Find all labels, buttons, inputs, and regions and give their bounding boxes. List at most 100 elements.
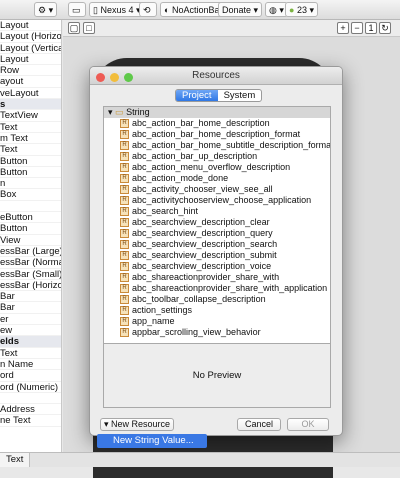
- palette-item[interactable]: m Text: [0, 133, 61, 145]
- device-label: Nexus 4: [100, 5, 134, 15]
- palette-item[interactable]: Layout (Vertical): [0, 43, 61, 54]
- resource-item-label: abc_action_mode_done: [132, 172, 229, 183]
- palette-item[interactable]: ayout: [0, 76, 61, 88]
- resources-dialog: Resources Project System ▾ ▭ String Rabc…: [89, 66, 343, 436]
- zoom-fit-icon[interactable]: ▢: [68, 22, 80, 34]
- string-resource-icon: R: [120, 151, 129, 161]
- resource-item[interactable]: Rabc_action_bar_up_description: [104, 151, 330, 162]
- palette-item[interactable]: TextView: [0, 110, 61, 122]
- refresh-icon[interactable]: ↻: [379, 22, 391, 34]
- activity-dropdown[interactable]: Donate ▾: [218, 2, 263, 17]
- new-string-value-menu-item[interactable]: New String Value...: [97, 434, 207, 448]
- resource-item-label: app_name: [132, 315, 175, 326]
- palette-item[interactable]: veLayout: [0, 88, 61, 100]
- palette-item[interactable]: Text: [0, 348, 61, 359]
- palette-item[interactable]: Layout: [0, 20, 61, 32]
- palette-item[interactable]: Button: [0, 167, 61, 179]
- resource-item[interactable]: Rabc_action_menu_overflow_description: [104, 162, 330, 173]
- palette-item[interactable]: View: [0, 235, 61, 246]
- layout-variant-button[interactable]: ▭: [68, 2, 86, 17]
- palette-item[interactable]: Text: [0, 122, 61, 133]
- tab-text[interactable]: Text: [0, 453, 31, 467]
- disclosure-triangle-icon[interactable]: ▾: [108, 107, 113, 117]
- resource-item[interactable]: Rabc_shareactionprovider_share_with_appl…: [104, 283, 330, 294]
- palette-item[interactable]: Layout (Horizontal): [0, 31, 61, 43]
- palette-item[interactable]: n Name: [0, 359, 61, 371]
- resource-item[interactable]: Rabc_searchview_description_submit: [104, 250, 330, 261]
- resource-item[interactable]: Rabc_searchview_description_clear: [104, 217, 330, 228]
- string-resource-icon: R: [120, 184, 129, 194]
- minimize-window-icon[interactable]: [109, 73, 119, 82]
- resource-item[interactable]: Rappbar_scrolling_view_behavior: [104, 327, 330, 338]
- resource-item[interactable]: Rabc_activity_chooser_view_see_all: [104, 184, 330, 195]
- resource-tree: ▾ ▭ String Rabc_action_bar_home_descript…: [103, 106, 331, 408]
- settings-dropdown[interactable]: ⚙ ▾: [34, 2, 58, 17]
- palette-item[interactable]: eButton: [0, 212, 61, 224]
- palette-item[interactable]: ne Text: [0, 415, 61, 427]
- string-resource-icon: R: [120, 217, 129, 227]
- api-dropdown[interactable]: ● 23 ▾: [285, 2, 318, 17]
- resource-item[interactable]: Rapp_name: [104, 316, 330, 327]
- zoom-out-icon[interactable]: −: [351, 22, 363, 34]
- tab-project[interactable]: Project: [176, 90, 218, 101]
- palette-item[interactable]: [0, 201, 61, 213]
- string-resource-icon: R: [120, 316, 129, 326]
- cancel-button[interactable]: Cancel: [237, 418, 281, 431]
- palette-item[interactable]: Bar: [0, 302, 61, 314]
- resource-item[interactable]: Raction_settings: [104, 305, 330, 316]
- resource-item[interactable]: Rabc_shareactionprovider_share_with: [104, 272, 330, 283]
- tab-system[interactable]: System: [218, 90, 262, 101]
- palette-item[interactable]: ord: [0, 370, 61, 382]
- dialog-title: Resources: [192, 70, 240, 81]
- zoom-in-icon[interactable]: +: [337, 22, 349, 34]
- palette-item[interactable]: essBar (Horizontal): [0, 280, 61, 292]
- palette-item[interactable]: Box: [0, 189, 61, 201]
- resource-item-label: abc_searchview_description_query: [132, 227, 273, 238]
- palette-item[interactable]: Layout: [0, 54, 61, 66]
- palette-item[interactable]: [0, 393, 61, 405]
- orientation-button[interactable]: ⟲: [139, 2, 157, 17]
- device-dropdown[interactable]: ▯ Nexus 4 ▾: [89, 2, 145, 17]
- resource-item[interactable]: Rabc_searchview_description_query: [104, 228, 330, 239]
- palette-item[interactable]: n: [0, 178, 61, 190]
- chevron-down-icon: ▾: [103, 419, 109, 429]
- palette-item[interactable]: Address: [0, 404, 61, 416]
- palette-item[interactable]: essBar (Normal): [0, 257, 61, 269]
- string-resource-icon: R: [120, 239, 129, 249]
- resource-item[interactable]: Rabc_activitychooserview_choose_applicat…: [104, 195, 330, 206]
- palette-item[interactable]: Bar: [0, 291, 61, 303]
- resource-list[interactable]: ▾ ▭ String Rabc_action_bar_home_descript…: [104, 107, 330, 343]
- folder-row-string[interactable]: ▾ ▭ String: [104, 107, 330, 118]
- palette-item[interactable]: Button: [0, 223, 61, 235]
- zoom-window-icon[interactable]: [123, 73, 133, 82]
- theme-dropdown[interactable]: ◐ NoActionBar: [160, 2, 227, 17]
- resource-item[interactable]: Rabc_search_hint: [104, 206, 330, 217]
- resource-item[interactable]: Rabc_searchview_description_voice: [104, 261, 330, 272]
- resource-item[interactable]: Rabc_action_bar_home_description: [104, 118, 330, 129]
- resource-item[interactable]: Rabc_action_bar_home_description_format: [104, 129, 330, 140]
- palette-item[interactable]: Button: [0, 156, 61, 167]
- string-resource-icon: R: [120, 195, 129, 205]
- ok-button[interactable]: OK: [287, 418, 329, 431]
- string-resource-icon: R: [120, 129, 129, 139]
- resource-item[interactable]: Rabc_toolbar_collapse_description: [104, 294, 330, 305]
- string-resource-icon: R: [120, 118, 129, 128]
- palette-section[interactable]: s: [0, 99, 61, 111]
- resource-item[interactable]: Rabc_action_bar_home_subtitle_descriptio…: [104, 140, 330, 151]
- palette-item[interactable]: Text: [0, 144, 61, 156]
- palette-section[interactable]: elds: [0, 336, 61, 348]
- palette-item[interactable]: ew: [0, 325, 61, 337]
- new-resource-button[interactable]: ▾ New Resource: [100, 418, 174, 431]
- string-resource-icon: R: [120, 162, 129, 172]
- resource-item[interactable]: Rabc_action_mode_done: [104, 173, 330, 184]
- resource-item-label: abc_action_bar_home_description_format: [132, 128, 301, 139]
- palette-item[interactable]: ord (Numeric): [0, 382, 61, 393]
- zoom-1to1-icon[interactable]: 1: [365, 22, 377, 34]
- close-window-icon[interactable]: [96, 73, 105, 82]
- palette-item[interactable]: er: [0, 314, 61, 326]
- resource-item[interactable]: Rabc_searchview_description_search: [104, 239, 330, 250]
- palette-item[interactable]: essBar (Small): [0, 269, 61, 280]
- palette-item[interactable]: Row: [0, 65, 61, 77]
- palette-item[interactable]: essBar (Large): [0, 246, 61, 258]
- zoom-actual-icon[interactable]: □: [83, 22, 95, 34]
